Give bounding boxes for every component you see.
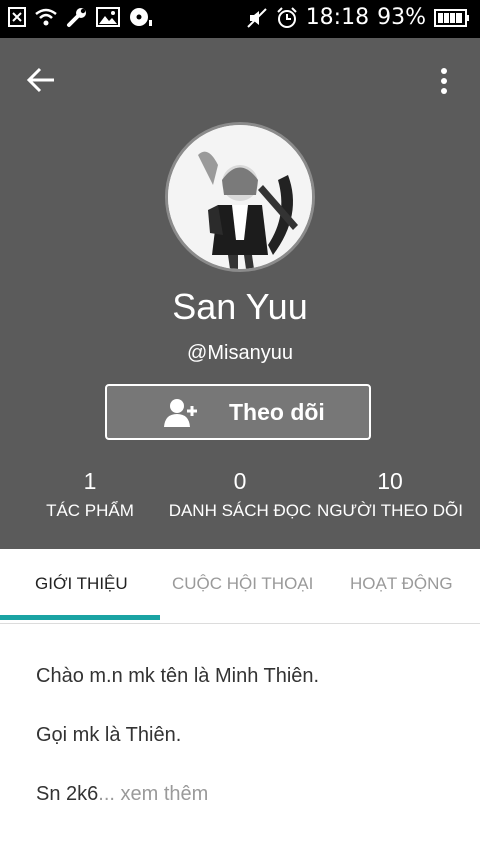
profile-header: San Yuu @Misanyuu Theo dõi 1 TÁC PHẨM 0 … [0,38,480,549]
mute-icon [246,7,267,28]
stat-reading-lists-label: DANH SÁCH ĐỌC [168,501,312,520]
active-tab-indicator [0,615,160,620]
add-user-icon [164,399,197,427]
avatar[interactable] [165,122,315,272]
arrow-left-icon [26,67,54,93]
more-options-button[interactable] [430,66,458,96]
status-time: 18:18 [305,5,370,30]
stat-works-value: 1 [83,468,97,494]
battery-percent: 93% [377,5,426,30]
wrench-icon [67,8,86,27]
stat-works[interactable]: 1 TÁC PHẨM [10,468,170,521]
avatar-image [168,125,312,269]
more-vertical-icon [441,68,447,94]
wifi-icon [35,8,57,26]
follow-label: Theo dõi [229,399,325,425]
profile-handle: @Misanyuu [187,342,293,364]
about-line-text: Sn 2k6 [36,783,99,805]
image-icon [96,7,120,27]
profile-tabs: GIỚI THIỆU CUỘC HỘI THOẠI HOẠT ĐỘNG [0,549,480,624]
tab-conversations[interactable]: CUỘC HỘI THOẠI [172,574,313,594]
alarm-icon [276,6,297,28]
about-line: Sn 2k6... xem thêm [36,782,456,806]
back-button[interactable] [24,66,60,94]
stat-followers[interactable]: 10 NGƯỜI THEO DÕI [310,468,470,521]
battery-icon [434,8,469,27]
tab-activity[interactable]: HOẠT ĐỘNG [350,574,453,594]
stat-followers-value: 10 [377,468,403,494]
disc-icon [130,8,152,26]
see-more-link[interactable]: ... xem thêm [98,783,208,805]
about-line: Gọi mk là Thiên. [36,724,182,746]
stat-followers-label: NGƯỜI THEO DÕI [317,501,463,520]
close-box-icon [8,7,26,27]
stat-reading-lists-value: 0 [233,468,247,494]
tab-about[interactable]: GIỚI THIỆU [35,574,128,594]
about-line: Chào m.n mk tên là Minh Thiên. [36,665,320,687]
stat-works-label: TÁC PHẨM [46,501,134,520]
profile-name: San Yuu [172,286,308,327]
status-bar: 18:18 93% [0,0,480,38]
about-section: Chào m.n mk tên là Minh Thiên. Gọi mk là… [36,664,456,841]
follow-button[interactable]: Theo dõi [105,384,371,440]
stat-reading-lists[interactable]: 0 DANH SÁCH ĐỌC [160,468,320,521]
